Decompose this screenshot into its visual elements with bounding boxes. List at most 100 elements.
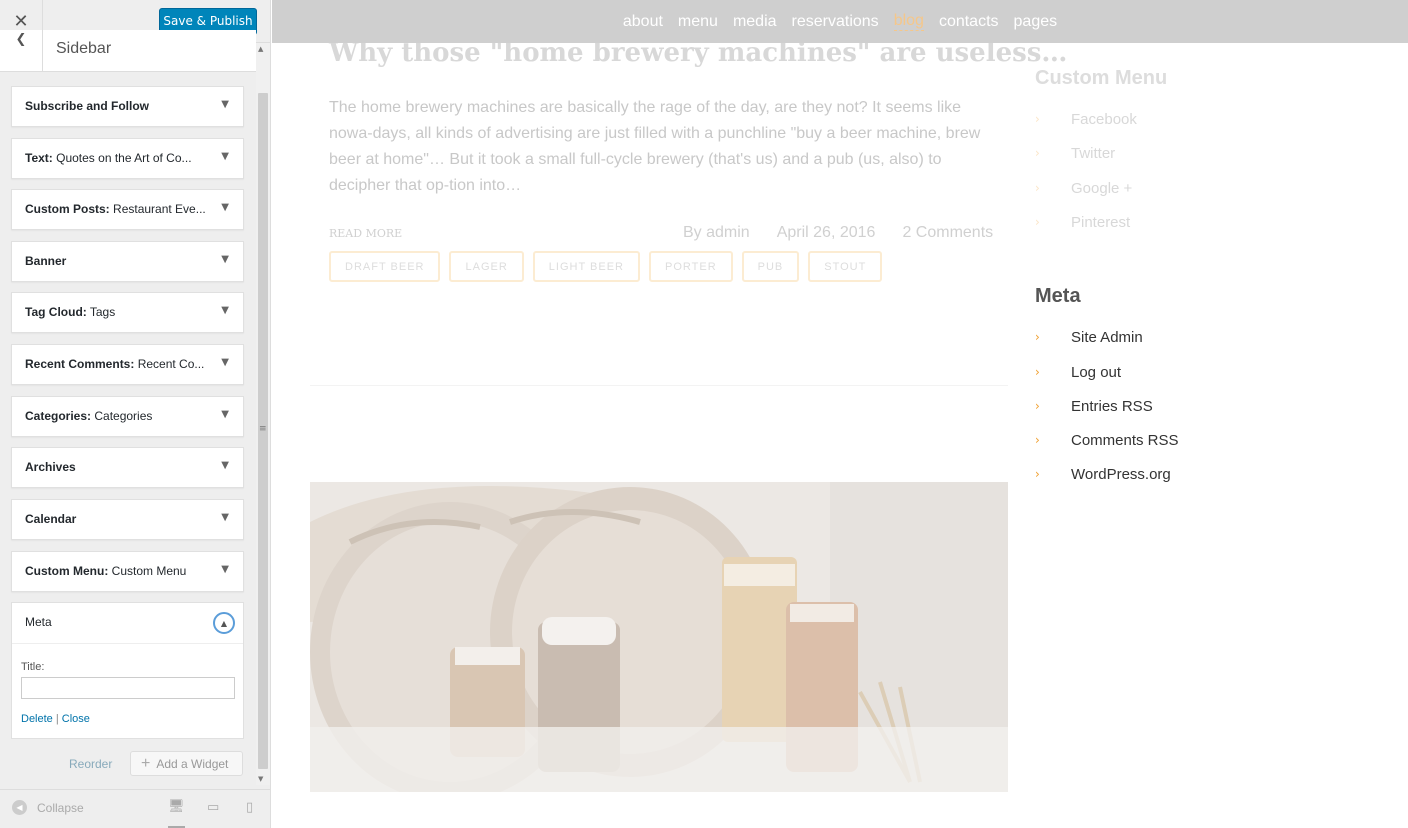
tag-link[interactable]: LIGHT BEER — [532, 251, 640, 282]
post-date[interactable]: April 26, 2016 — [777, 224, 876, 242]
caret-down-icon[interactable]: ▼ — [221, 564, 229, 575]
widget-name: Recent Comments: — [25, 357, 135, 371]
plus-icon: + — [141, 754, 151, 772]
site-preview: Why those "home brewery machines" are us… — [272, 0, 1408, 828]
section-title: Sidebar — [56, 40, 112, 57]
post-comments[interactable]: 2 Comments — [902, 224, 993, 242]
collapse-label: Collapse — [37, 800, 84, 815]
widget-sub: Recent Co... — [134, 357, 205, 371]
chevron-right-icon: › — [1035, 467, 1040, 481]
chevron-right-icon: › — [1035, 215, 1040, 229]
nav-item-pages[interactable]: pages — [1014, 13, 1058, 31]
widget-calendar[interactable]: Calendar ▼ — [11, 499, 244, 540]
custom-menu-title: Custom Menu — [1035, 67, 1168, 89]
caret-down-icon[interactable]: ▼ — [221, 409, 229, 420]
title-field[interactable] — [21, 677, 235, 699]
widget-sub: Custom Menu — [108, 564, 187, 578]
widget-custom-posts[interactable]: Custom Posts: Restaurant Eve... ▼ — [11, 189, 244, 230]
beer-barrels-image — [310, 482, 1008, 792]
tag-link[interactable]: PORTER — [649, 251, 733, 282]
add-widget-button[interactable]: + Add a Widget — [130, 751, 243, 776]
post-author[interactable]: By admin — [683, 224, 750, 242]
caret-down-icon[interactable]: ▼ — [221, 202, 229, 213]
widget-meta-header[interactable]: Meta ▲ — [12, 603, 243, 644]
tag-link[interactable]: PUB — [741, 251, 800, 282]
nav-item-menu[interactable]: menu — [678, 13, 718, 31]
caret-down-icon[interactable]: ▼ — [221, 305, 229, 316]
meta-item-log-out[interactable]: Log out — [1071, 364, 1121, 381]
tablet-preview-icon[interactable]: ▭ — [207, 800, 219, 815]
widget-sub: Quotes on the Art of Co... — [52, 151, 192, 165]
post-meta: By admin April 26, 2016 2 Comments — [683, 224, 993, 242]
caret-down-icon[interactable]: ▼ — [221, 512, 229, 523]
custom-menu-item[interactable]: Facebook — [1071, 111, 1137, 128]
nav-item-reservations[interactable]: reservations — [792, 13, 879, 31]
widget-name: Custom Menu: — [25, 564, 109, 578]
desktop-preview-icon[interactable]: 🖥︎ — [168, 799, 185, 828]
nav-item-media[interactable]: media — [733, 13, 777, 31]
widget-name: Custom Posts: — [25, 202, 110, 216]
meta-item-entries-rss[interactable]: Entries RSS — [1071, 398, 1153, 415]
widget-subscribe-and-follow[interactable]: Subscribe and Follow ▼ — [11, 86, 244, 127]
customizer-panel: ✕ Save & Publish ❮ Sidebar Subscribe and… — [0, 0, 271, 828]
widget-categories[interactable]: Categories: Categories ▼ — [11, 396, 244, 437]
chevron-right-icon: › — [1035, 181, 1040, 195]
post-divider — [310, 385, 1008, 386]
caret-down-icon[interactable]: ▼ — [221, 99, 229, 110]
widget-name: Archives — [25, 460, 76, 474]
chevron-right-icon: › — [1035, 433, 1040, 447]
caret-up-icon[interactable]: ▲ — [213, 612, 235, 634]
meta-item-comments-rss[interactable]: Comments RSS — [1071, 432, 1179, 449]
widget-name: Text: — [25, 151, 53, 165]
link-separator: | — [55, 713, 59, 725]
caret-down-icon[interactable]: ▼ — [221, 254, 229, 265]
custom-menu-item[interactable]: Pinterest — [1071, 214, 1130, 231]
read-more-link[interactable]: READ MORE — [329, 227, 402, 240]
beer-image-drawing — [310, 482, 1008, 792]
widget-name: Banner — [25, 254, 67, 268]
nav-item-contacts[interactable]: contacts — [939, 13, 999, 31]
widget-text[interactable]: Text: Quotes on the Art of Co... ▼ — [11, 138, 244, 179]
custom-menu-item[interactable]: Google + — [1071, 180, 1132, 197]
collapse-icon: ◀ — [12, 800, 27, 815]
caret-down-icon[interactable]: ▼ — [221, 151, 229, 162]
widget-archives[interactable]: Archives ▼ — [11, 447, 244, 488]
scroll-down-icon[interactable]: ▼ — [258, 775, 263, 783]
add-widget-label: Add a Widget — [156, 756, 229, 771]
post-tags: DRAFT BEER LAGER LIGHT BEER PORTER PUB S… — [329, 251, 883, 282]
chevron-right-icon: › — [1035, 330, 1040, 344]
custom-menu-item[interactable]: Twitter — [1071, 145, 1115, 162]
tag-link[interactable]: DRAFT BEER — [329, 251, 441, 282]
tag-link[interactable]: STOUT — [808, 251, 883, 282]
widget-meta-expanded: Meta ▲ Title: Delete | Close — [11, 602, 244, 739]
chevron-right-icon: › — [1035, 146, 1040, 160]
widget-banner[interactable]: Banner ▼ — [11, 241, 244, 282]
nav-item-blog[interactable]: blog — [893, 12, 924, 31]
customizer-footer: ◀ Collapse 🖥︎ ▭ ▯ — [0, 789, 270, 828]
meta-item-site-admin[interactable]: Site Admin — [1071, 329, 1143, 346]
mobile-preview-icon[interactable]: ▯ — [246, 800, 253, 815]
widget-name: Categories: — [25, 409, 92, 423]
reorder-link[interactable]: Reorder — [69, 757, 112, 771]
delete-link[interactable]: Delete — [21, 713, 53, 725]
scroll-up-icon[interactable]: ▲ — [258, 45, 263, 53]
nav-item-about[interactable]: about — [623, 13, 663, 31]
widget-recent-comments[interactable]: Recent Comments: Recent Co... ▼ — [11, 344, 244, 385]
caret-down-icon[interactable]: ▼ — [221, 357, 229, 368]
chevron-right-icon: › — [1035, 112, 1040, 126]
widget-sub: Tags — [86, 305, 116, 319]
collapse-button[interactable]: ◀ Collapse — [12, 800, 84, 815]
widget-name: Calendar — [25, 512, 77, 526]
close-link[interactable]: Close — [62, 713, 90, 725]
widget-tag-cloud[interactable]: Tag Cloud: Tags ▼ — [11, 292, 244, 333]
widget-name: Tag Cloud: — [25, 305, 87, 319]
back-icon[interactable]: ❮ — [0, 30, 43, 72]
widget-sub: Categories — [91, 409, 153, 423]
caret-down-icon[interactable]: ▼ — [221, 460, 229, 471]
tag-link[interactable]: LAGER — [449, 251, 524, 282]
grip-icon: ≡ — [259, 424, 267, 434]
widget-name: Subscribe and Follow — [25, 99, 150, 113]
widget-name: Meta — [25, 615, 52, 629]
widget-custom-menu[interactable]: Custom Menu: Custom Menu ▼ — [11, 551, 244, 592]
meta-item-wordpress-org[interactable]: WordPress.org — [1071, 466, 1171, 483]
